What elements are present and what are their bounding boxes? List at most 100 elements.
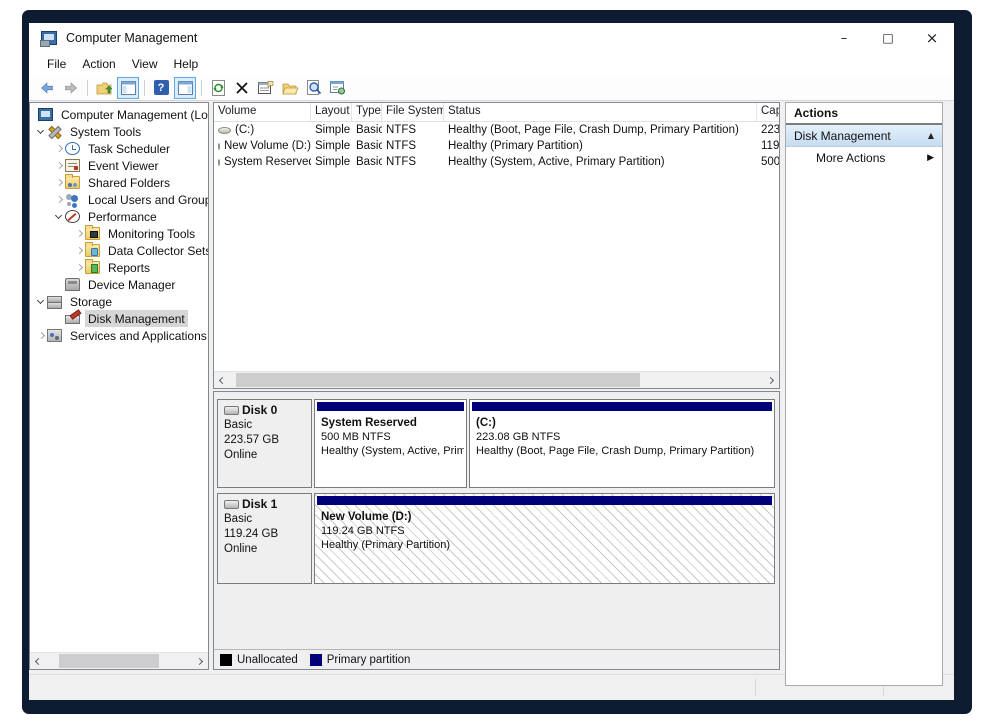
chevron-collapsed-icon[interactable] [73, 262, 85, 274]
tree-item-local-users-and-groups[interactable]: Local Users and Groups [30, 191, 208, 208]
partition-color-bar [472, 402, 772, 411]
tree-item-monitoring-tools[interactable]: Monitoring Tools [30, 225, 208, 242]
menu-bar: File Action View Help [29, 53, 954, 75]
tree-item-label: Computer Management (Local) [61, 108, 208, 122]
disk-1-info[interactable]: Disk 1 Basic 119.24 GB Online [217, 493, 312, 584]
column-header-capacity[interactable]: Capacity [757, 103, 779, 121]
tree-item-label: Data Collector Sets [108, 244, 208, 258]
help-icon[interactable]: ? [150, 77, 172, 99]
chevron-collapsed-icon[interactable] [53, 177, 65, 189]
column-header-status[interactable]: Status [444, 103, 757, 121]
chevron-expanded-icon[interactable] [35, 126, 47, 138]
tree-item-performance[interactable]: Performance [30, 208, 208, 225]
column-header-volume[interactable]: Volume [214, 103, 311, 121]
menu-action[interactable]: Action [74, 54, 123, 74]
tree-item-label: Event Viewer [88, 159, 158, 173]
tree-horizontal-scrollbar[interactable] [30, 652, 208, 669]
minimize-button[interactable]: – [822, 23, 866, 53]
legend-label: Unallocated [237, 654, 298, 666]
partition-health: Healthy (Boot, Page File, Crash Dump, Pr… [476, 444, 770, 458]
chevron-collapsed-icon[interactable] [73, 228, 85, 240]
window-title: Computer Management [66, 31, 197, 45]
partition-size: 119.24 GB NTFS [321, 524, 770, 538]
partition-color-bar [317, 496, 772, 505]
delete-icon[interactable] [231, 77, 253, 99]
disk-status: Online [224, 448, 311, 463]
tree-item-disk-management[interactable]: Disk Management [30, 310, 208, 327]
tree-item-label: Local Users and Groups [88, 193, 208, 207]
volume-status: Healthy (System, Active, Primary Partiti… [444, 156, 757, 168]
title-bar: Computer Management – □ × [29, 23, 954, 53]
close-button[interactable]: × [910, 23, 954, 53]
chevron-expanded-icon[interactable] [35, 296, 47, 308]
manage-icon[interactable] [327, 77, 349, 99]
partition-new-volume-d[interactable]: New Volume (D:) 119.24 GB NTFS Healthy (… [314, 493, 775, 584]
chevron-collapsed-icon[interactable] [53, 160, 65, 172]
tree-item-reports[interactable]: Reports [30, 259, 208, 276]
chevron-collapsed-icon[interactable] [73, 245, 85, 257]
tree-item-device-manager[interactable]: Device Manager [30, 276, 208, 293]
refresh-icon[interactable] [207, 77, 229, 99]
scroll-left-icon[interactable] [214, 372, 231, 388]
scroll-left-icon[interactable] [30, 653, 47, 669]
disk-management-pane: Volume Layout Type File System Status Ca… [213, 102, 780, 670]
volume-row-new-volume-d[interactable]: New Volume (D:) Simple Basic NTFS Health… [214, 138, 779, 154]
actions-header: Actions [786, 103, 942, 125]
volume-row-c[interactable]: (C:) Simple Basic NTFS Healthy (Boot, Pa… [214, 122, 779, 138]
scroll-right-icon[interactable] [191, 653, 208, 669]
collapse-caret-icon[interactable]: ▲ [928, 131, 934, 140]
disk-icon [224, 406, 239, 415]
tree-item-shared-folders[interactable]: Shared Folders [30, 174, 208, 191]
partition-color-bar [317, 402, 464, 411]
forward-icon[interactable] [60, 77, 82, 99]
column-header-type[interactable]: Type [352, 103, 382, 121]
partition-title: (C:) [476, 416, 770, 430]
scrollbar-thumb[interactable] [236, 373, 640, 387]
partition-title: System Reserved [321, 416, 462, 430]
toolbar-separator [201, 80, 202, 96]
more-actions-item[interactable]: More Actions ▶ [786, 147, 942, 169]
disk-size: 119.24 GB [224, 527, 311, 542]
partition-c[interactable]: (C:) 223.08 GB NTFS Healthy (Boot, Page … [469, 399, 775, 488]
tree-item-storage[interactable]: Storage [30, 293, 208, 310]
open-folder-icon[interactable] [279, 77, 301, 99]
up-level-icon[interactable] [93, 77, 115, 99]
tree-item-event-viewer[interactable]: Event Viewer [30, 157, 208, 174]
console-tree-icon[interactable] [117, 77, 139, 99]
chevron-collapsed-icon[interactable] [53, 194, 65, 206]
monitoring-tools-icon [85, 227, 100, 240]
computer-icon [38, 108, 53, 121]
back-icon[interactable] [36, 77, 58, 99]
tree-item-computer-management[interactable]: Computer Management (Local) [30, 106, 208, 123]
content-area: Computer Management (Local) System Tools… [29, 101, 954, 700]
chevron-expanded-icon[interactable] [53, 211, 65, 223]
column-header-file-system[interactable]: File System [382, 103, 444, 121]
scrollbar-thumb[interactable] [59, 654, 160, 668]
action-pane-icon[interactable] [174, 77, 196, 99]
tree-item-system-tools[interactable]: System Tools [30, 123, 208, 140]
maximize-button[interactable]: □ [866, 23, 910, 53]
find-icon[interactable] [303, 77, 325, 99]
menu-help[interactable]: Help [166, 54, 207, 74]
tree-item-task-scheduler[interactable]: Task Scheduler [30, 140, 208, 157]
volume-status: Healthy (Boot, Page File, Crash Dump, Pr… [444, 124, 757, 136]
partition-system-reserved[interactable]: System Reserved 500 MB NTFS Healthy (Sys… [314, 399, 467, 488]
scroll-right-icon[interactable] [762, 372, 779, 388]
column-header-layout[interactable]: Layout [311, 103, 352, 121]
partition-size: 500 MB NTFS [321, 430, 462, 444]
toolbar-separator [144, 80, 145, 96]
tree-item-data-collector-sets[interactable]: Data Collector Sets [30, 242, 208, 259]
menu-file[interactable]: File [39, 54, 74, 74]
properties-icon[interactable] [255, 77, 277, 99]
disk-0-info[interactable]: Disk 0 Basic 223.57 GB Online [217, 399, 312, 488]
volume-row-system-reserved[interactable]: System Reserved Simple Basic NTFS Health… [214, 154, 779, 170]
volume-fs: NTFS [382, 140, 444, 152]
tree-item-label: Services and Applications [70, 329, 207, 343]
chevron-collapsed-icon[interactable] [53, 143, 65, 155]
chevron-collapsed-icon[interactable] [35, 330, 47, 342]
menu-view[interactable]: View [124, 54, 166, 74]
tree-item-label: Device Manager [88, 278, 175, 292]
volume-list-horizontal-scrollbar[interactable] [214, 371, 779, 388]
tree-item-services-and-applications[interactable]: Services and Applications [30, 327, 208, 344]
actions-group-disk-management[interactable]: Disk Management ▲ [786, 125, 942, 147]
